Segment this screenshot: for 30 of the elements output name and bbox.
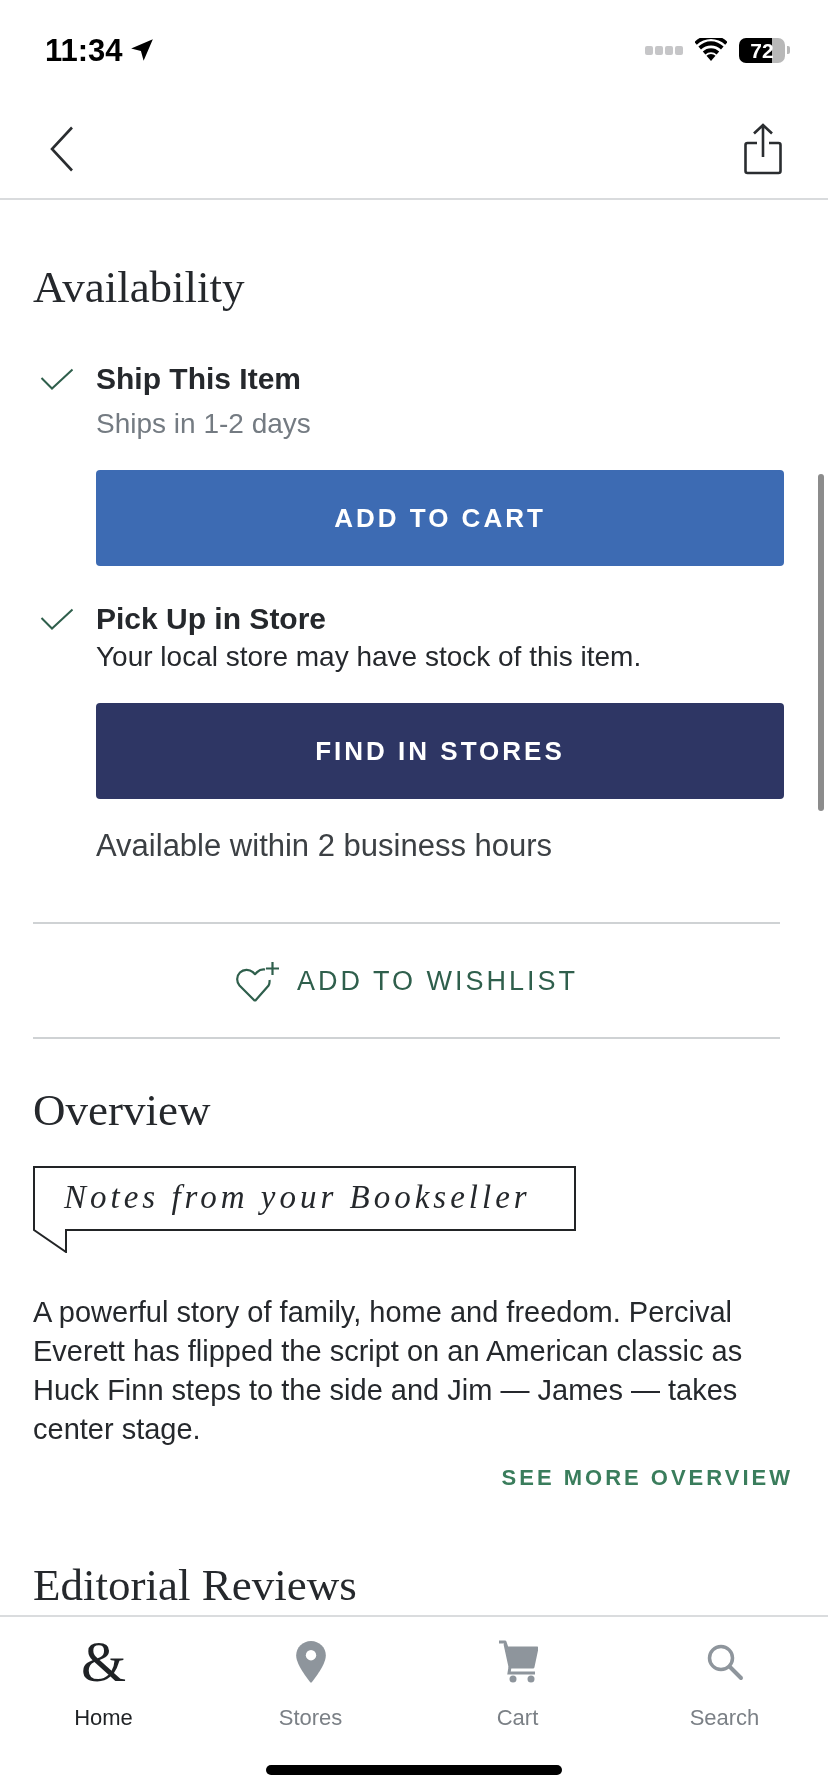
back-chevron-icon (50, 126, 74, 172)
overview-paragraph: A powerful story of family, home and freedom. Percival Everett has flipped the script on an American classic as Huck Finn steps to the side and Jim — James — takes center stage. (33, 1295, 744, 1447)
add-to-wishlist-button[interactable]: ADD TO WISHLIST (234, 958, 578, 1003)
shopping-cart-icon (497, 1640, 538, 1684)
option-title: Pick Up in Store (96, 601, 327, 637)
heart-plus-icon (234, 960, 281, 1003)
share-icon (744, 123, 782, 175)
overview-heading: Overview (33, 1085, 212, 1135)
option-button[interactable]: FIND IN STORES (96, 703, 784, 799)
option-button[interactable]: ADD TO CART (96, 470, 784, 566)
tab-bar-item[interactable]: & Home (0, 1617, 207, 1742)
tab-bar-item[interactable]: Stores (207, 1617, 414, 1742)
bookseller-notes-callout: Notes from your Bookseller (33, 1166, 576, 1253)
share-button[interactable] (744, 123, 782, 175)
ampersand-glyph: & (80, 1639, 127, 1685)
option-title: Ship This Item (96, 361, 302, 397)
search-icon (705, 1643, 744, 1681)
wifi-icon (695, 38, 727, 62)
status-time: 11:34 (45, 34, 123, 66)
cellular-signal-icon (645, 45, 683, 55)
map-pin-icon (295, 1641, 326, 1683)
availability-note: Available within 2 business hours (96, 828, 554, 864)
see-more-overview-link[interactable]: SEE MORE OVERVIEW (501, 1464, 793, 1492)
tab-bar-item[interactable]: Search (621, 1617, 828, 1742)
back-button[interactable] (50, 126, 74, 172)
option-subtitle: Ships in 1-2 days (96, 407, 312, 441)
editorial-reviews-heading: Editorial Reviews (33, 1560, 358, 1610)
option-subtitle: Your local store may have stock of this item. (96, 640, 643, 674)
tab-bar-item[interactable]: Cart (414, 1617, 621, 1742)
availability-heading: Availability (33, 262, 246, 312)
